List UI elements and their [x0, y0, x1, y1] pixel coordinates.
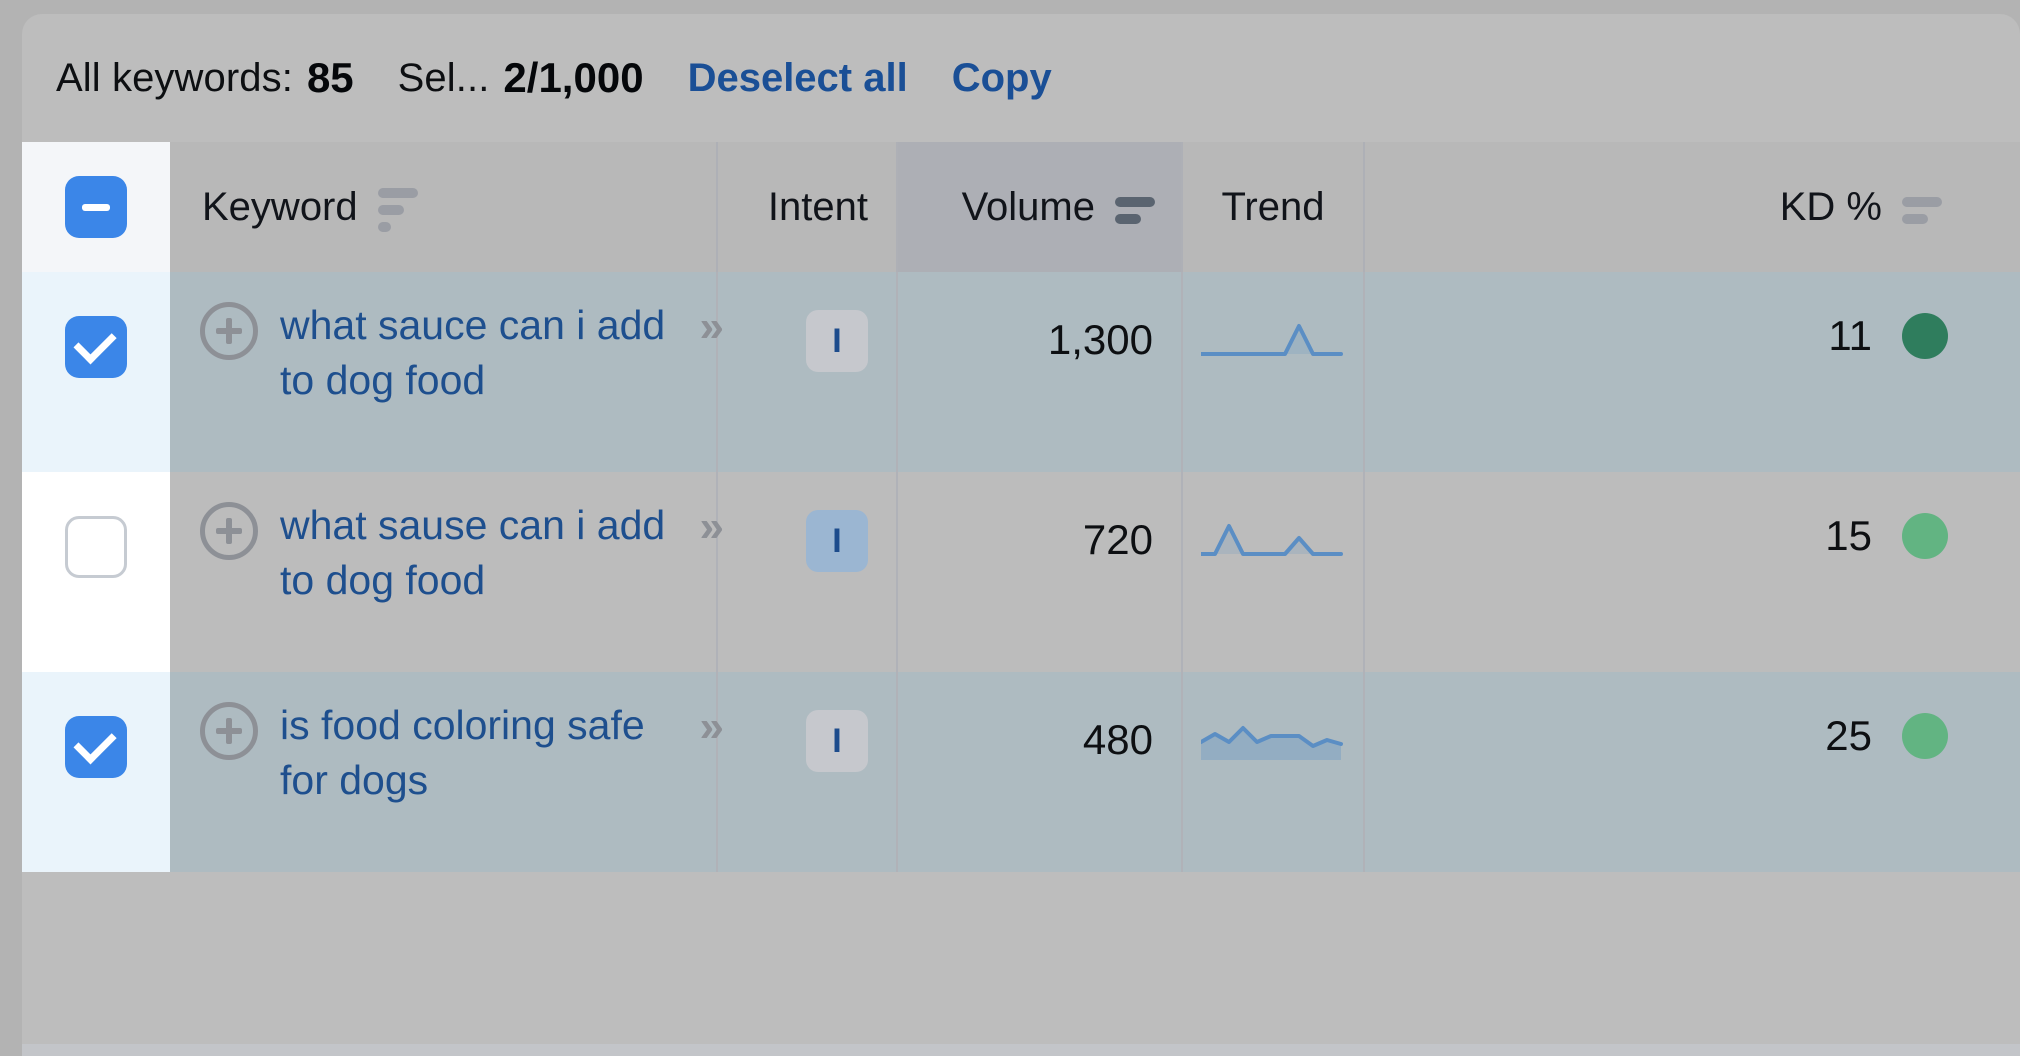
- header-volume-cell[interactable]: Volume: [898, 142, 1183, 272]
- header-volume-label: Volume: [961, 184, 1095, 229]
- header-kd-label: KD %: [1779, 184, 1882, 229]
- selected-count: 2/1,000: [503, 54, 644, 101]
- table-header-row: Keyword Intent Volume Trend KD %: [22, 142, 2020, 272]
- intent-badge[interactable]: I: [806, 510, 868, 572]
- row-volume-cell: 1,300: [898, 272, 1183, 472]
- trend-sparkline: [1201, 324, 1343, 356]
- kd-value: 11: [1828, 312, 1872, 359]
- checkbox-indeterminate-icon[interactable]: [65, 176, 127, 238]
- add-keyword-plus-icon[interactable]: [200, 702, 258, 760]
- keyword-link[interactable]: is food coloring safe for dogs: [280, 698, 684, 808]
- row-volume-cell: 720: [898, 472, 1183, 672]
- trend-sparkline: [1201, 524, 1343, 556]
- check-glyph: [73, 721, 117, 765]
- intent-badge[interactable]: I: [806, 710, 868, 772]
- keyword-link[interactable]: what sause can i add to dog food: [280, 498, 684, 608]
- header-trend-cell[interactable]: Trend: [1183, 142, 1365, 272]
- row-trend-cell: [1183, 672, 1365, 872]
- row-keyword-cell: what sause can i add to dog food »: [170, 472, 725, 672]
- chevron-double-right-icon[interactable]: »: [700, 702, 725, 752]
- header-kd-cell[interactable]: KD %: [1365, 142, 2020, 272]
- header-keyword-cell[interactable]: Keyword: [170, 142, 718, 272]
- kd-value: 15: [1825, 512, 1872, 559]
- chevron-double-right-icon[interactable]: »: [700, 502, 725, 552]
- keyword-table-panel: All keywords: 85 Sel... 2/1,000 Deselect…: [22, 14, 2020, 1056]
- row-kd-cell: 15: [1365, 472, 2020, 672]
- table-row[interactable]: what sauce can i add to dog food » I 1,30…: [22, 272, 2020, 472]
- row-trend-cell: [1183, 272, 1365, 472]
- volume-value: 1,300: [1047, 316, 1153, 363]
- row-select-cell[interactable]: [22, 272, 170, 472]
- copy-button[interactable]: Copy: [952, 56, 1052, 101]
- sort-icon-volume[interactable]: [1115, 196, 1155, 224]
- row-intent-cell: I: [718, 472, 898, 672]
- row-kd-cell: 25: [1365, 672, 2020, 872]
- header-intent-label: Intent: [767, 184, 868, 229]
- screenshot-root: All keywords: 85 Sel... 2/1,000 Deselect…: [0, 0, 2020, 1056]
- row-select-cell[interactable]: [22, 672, 170, 872]
- all-keywords-count: 85: [306, 54, 354, 101]
- chevron-double-right-icon[interactable]: »: [700, 302, 725, 352]
- check-glyph: [73, 321, 117, 365]
- row-intent-cell: I: [718, 272, 898, 472]
- kd-difficulty-dot: [1902, 313, 1948, 359]
- row-select-cell[interactable]: [22, 472, 170, 672]
- kd-difficulty-dot: [1902, 513, 1948, 559]
- row-volume-cell: 480: [898, 672, 1183, 872]
- deselect-all-button[interactable]: Deselect all: [688, 56, 908, 101]
- header-intent-cell[interactable]: Intent: [718, 142, 898, 272]
- keywords-table: Keyword Intent Volume Trend KD % what sa…: [22, 142, 2020, 872]
- sort-icon-keyword[interactable]: [377, 188, 418, 232]
- row-keyword-cell: what sauce can i add to dog food »: [170, 272, 725, 472]
- row-trend-cell: [1183, 472, 1365, 672]
- table-row[interactable]: is food coloring safe for dogs » I 480 25: [22, 672, 2020, 872]
- all-keywords-label: All keywords:: [56, 55, 293, 100]
- header-select-cell[interactable]: [22, 142, 170, 272]
- intent-badge[interactable]: I: [806, 310, 868, 372]
- table-row[interactable]: what sause can i add to dog food» I 720 …: [22, 472, 2020, 672]
- dash-glyph: [82, 203, 110, 211]
- volume-value: 720: [1082, 516, 1153, 563]
- volume-value: 480: [1082, 716, 1153, 763]
- kd-difficulty-dot: [1902, 713, 1948, 759]
- row-intent-cell: I: [718, 672, 898, 872]
- add-keyword-plus-icon[interactable]: [200, 502, 258, 560]
- add-keyword-plus-icon[interactable]: [200, 302, 258, 360]
- kd-value: 25: [1825, 712, 1872, 759]
- table-body: what sauce can i add to dog food » I 1,30…: [22, 272, 2020, 872]
- keyword-link[interactable]: what sauce can i add to dog food: [280, 298, 684, 408]
- table-footer-strip: [22, 1044, 2020, 1056]
- keyword-toolbar: All keywords: 85 Sel... 2/1,000 Deselect…: [22, 14, 2020, 142]
- selected-label: Sel...: [397, 55, 490, 100]
- checkbox-unchecked-icon[interactable]: [65, 516, 127, 578]
- row-kd-cell: 11: [1365, 272, 2020, 472]
- checkbox-checked-icon[interactable]: [65, 316, 127, 378]
- header-keyword-label: Keyword: [202, 184, 358, 229]
- header-trend-label: Trend: [1221, 184, 1325, 229]
- sort-icon-kd[interactable]: [1902, 196, 1942, 224]
- trend-sparkline: [1201, 726, 1343, 760]
- row-keyword-cell: is food coloring safe for dogs »: [170, 672, 725, 872]
- checkbox-checked-icon[interactable]: [65, 716, 127, 778]
